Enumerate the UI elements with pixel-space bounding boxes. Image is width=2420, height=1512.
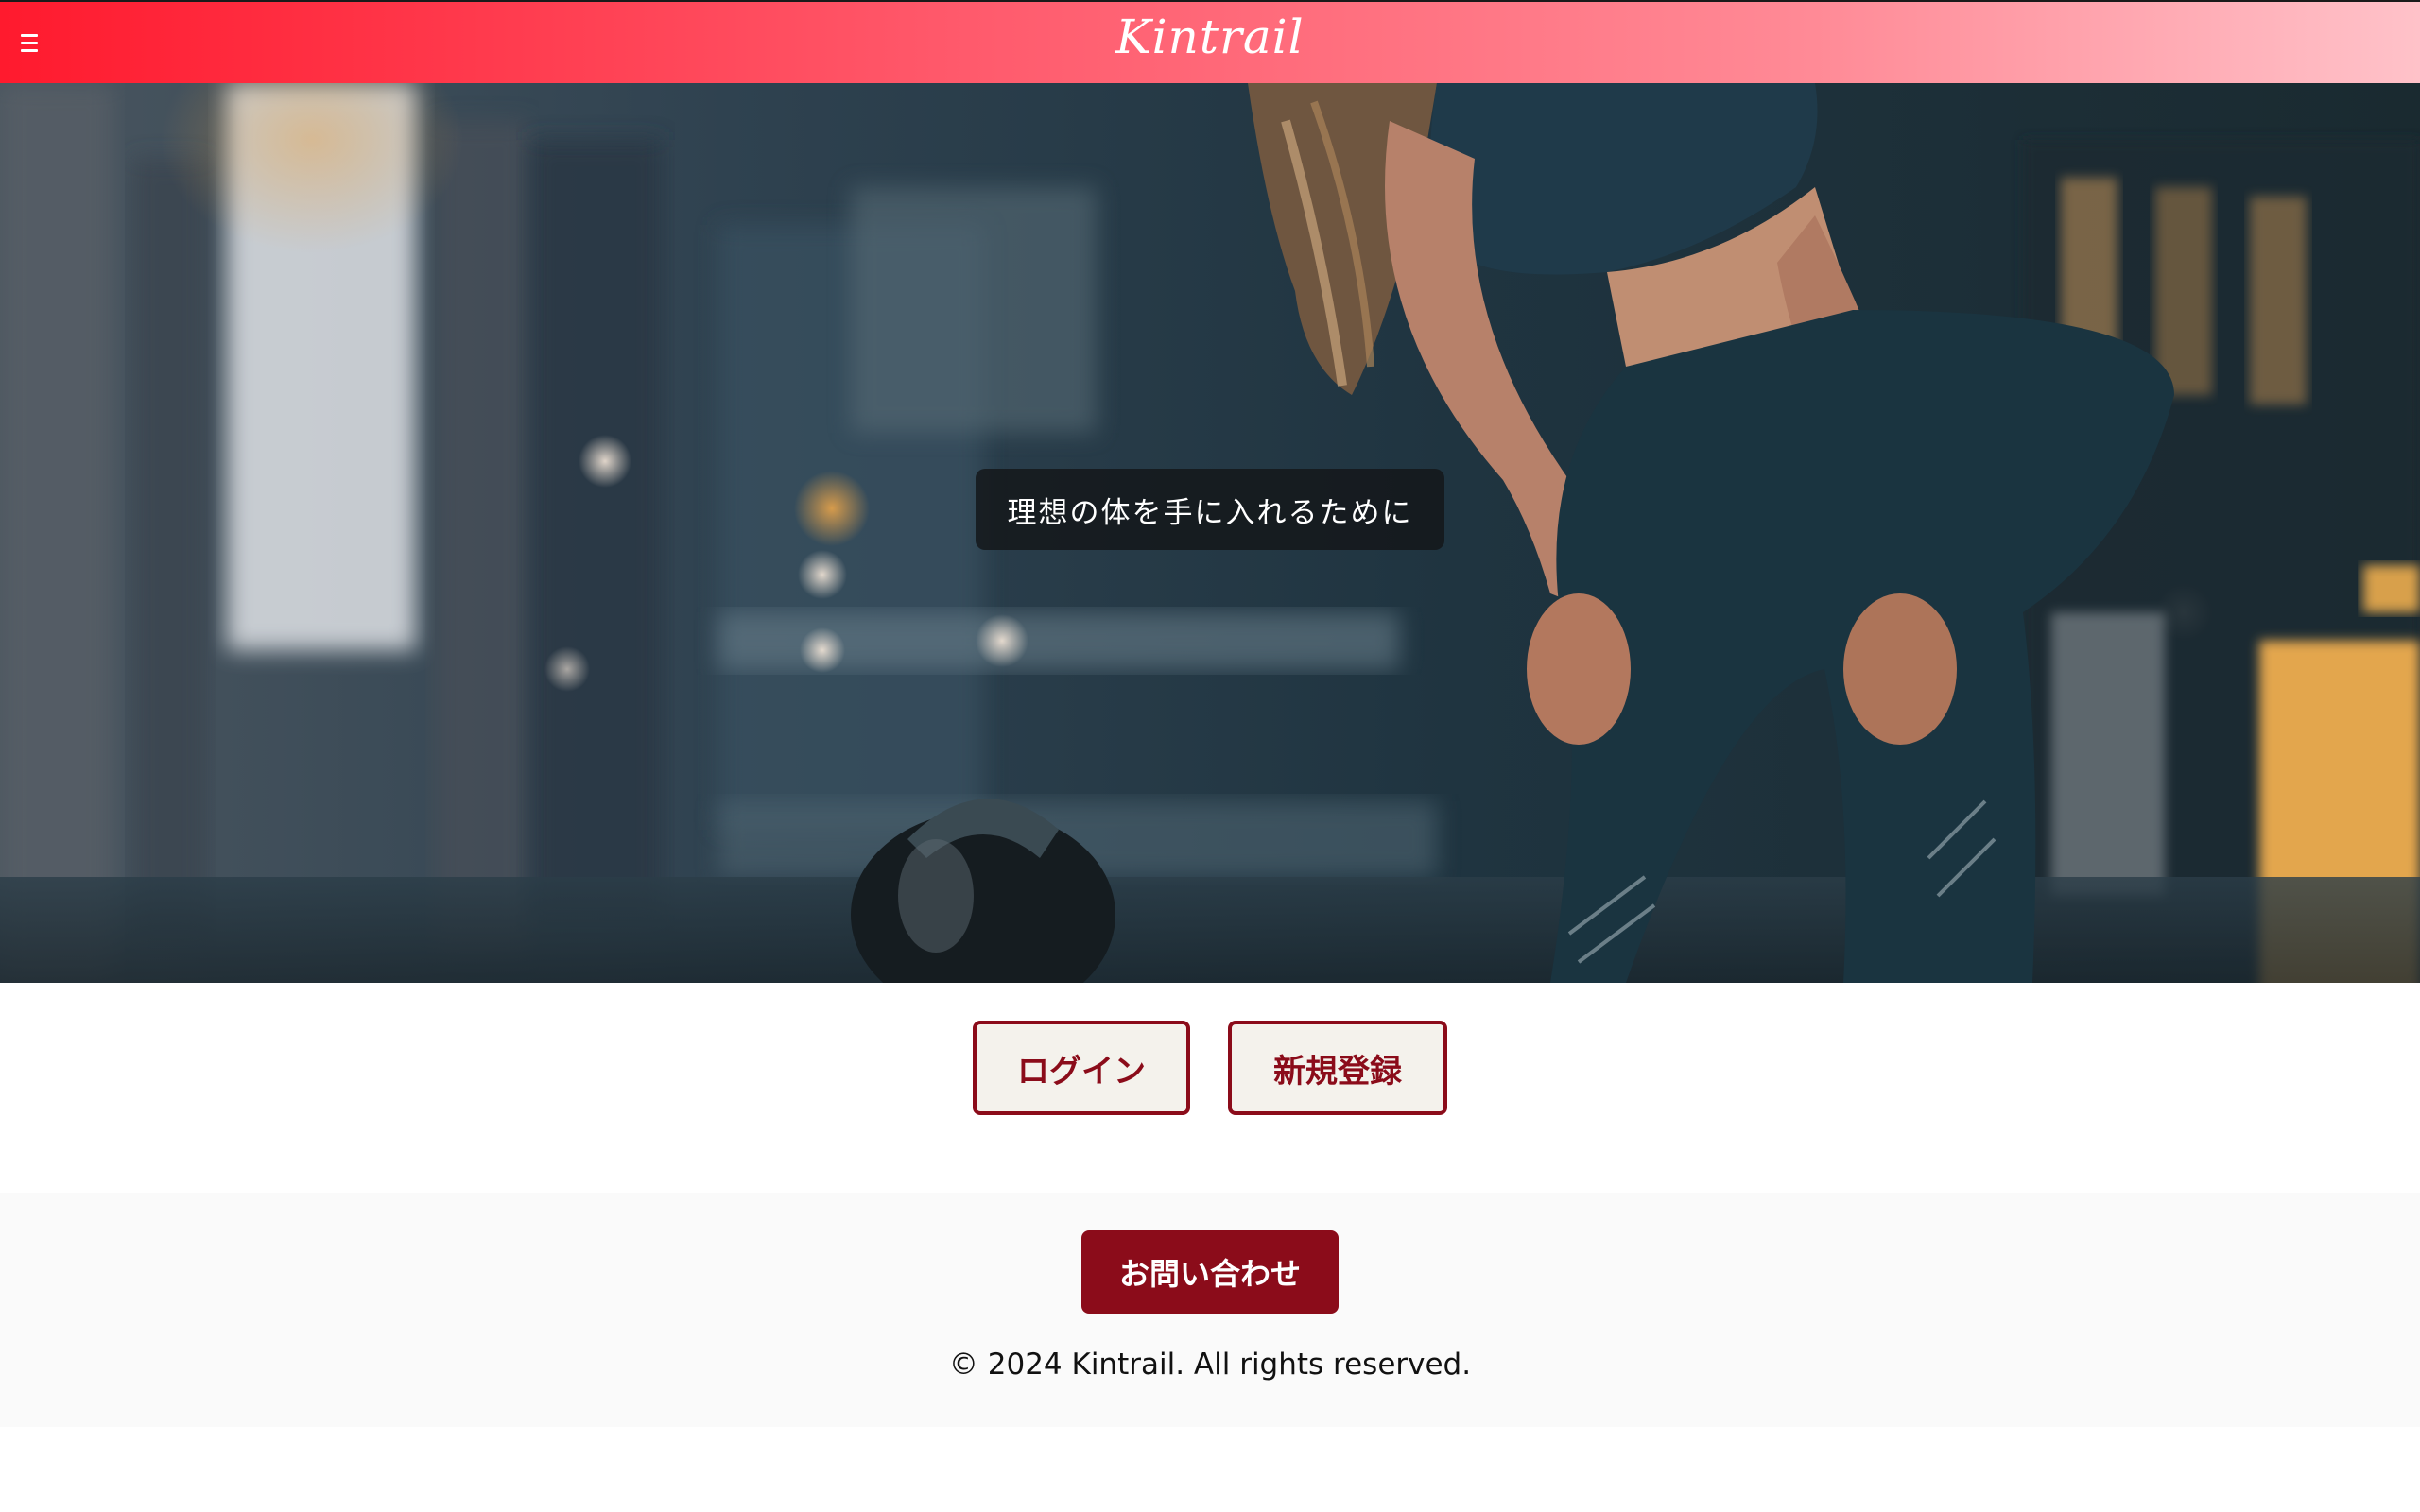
site-header: Kintrail [0,0,2420,83]
contact-button[interactable]: お問い合わせ [1081,1230,1339,1314]
brand-logo[interactable]: Kintrail [0,9,2420,64]
hero-section: 理想の体を手に入れるために [0,83,2420,983]
login-button[interactable]: ログイン [973,1021,1190,1115]
auth-buttons: ログイン 新規登録 [0,1021,2420,1115]
landing-page: Kintrail 理想の体を手に入れるために ログイン 新規登録 お問い合わせ … [0,0,2420,1512]
signup-button[interactable]: 新規登録 [1228,1021,1447,1115]
site-footer: お問い合わせ © 2024 Kintrail. All rights reser… [0,1193,2420,1427]
copyright-text: © 2024 Kintrail. All rights reserved. [948,1348,1472,1382]
hero-tagline: 理想の体を手に入れるために [976,469,1444,550]
